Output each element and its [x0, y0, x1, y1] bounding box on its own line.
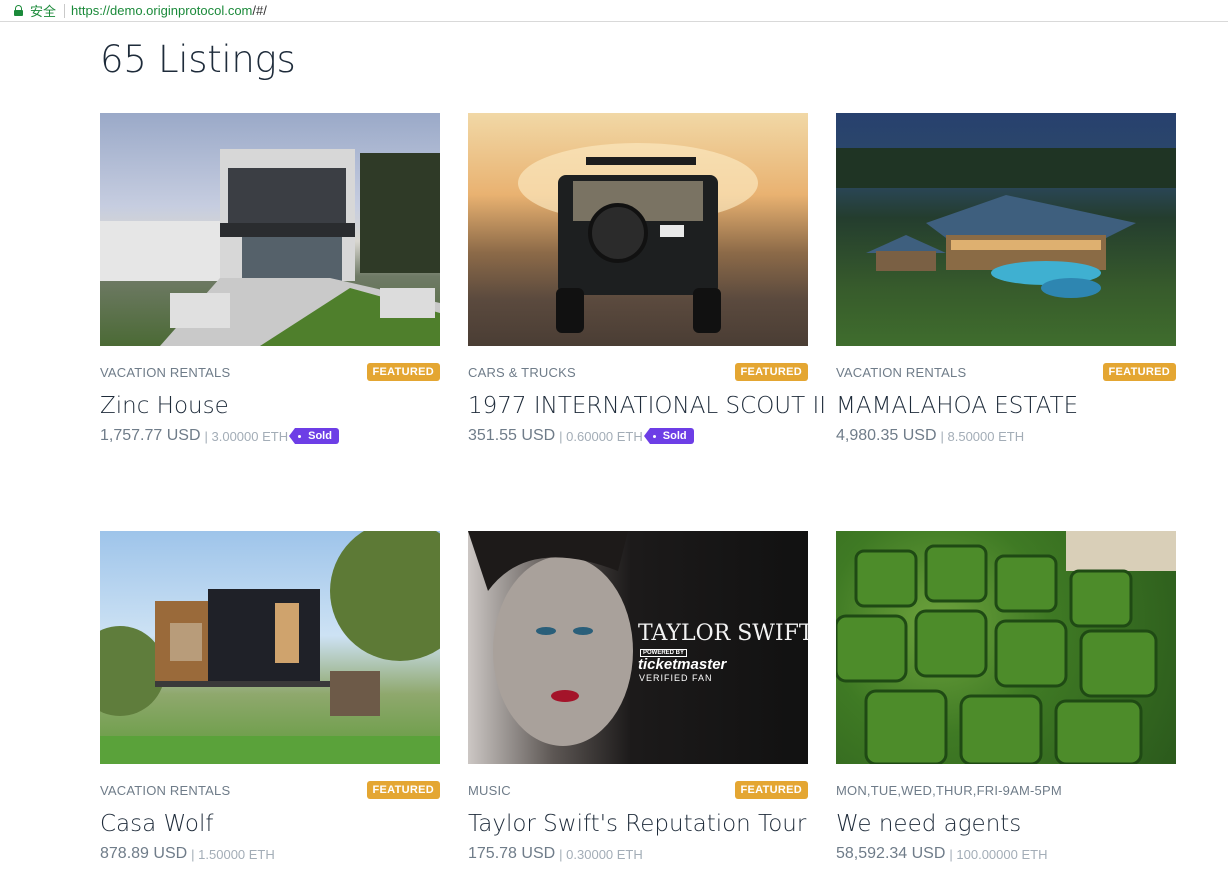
price-usd: 4,980.35 USD: [836, 427, 937, 444]
price-usd: 1,757.77 USD: [100, 427, 201, 444]
featured-badge: FEATURED: [734, 781, 808, 799]
price-eth: | 3.00000 ETH: [204, 428, 289, 444]
listing-image[interactable]: [468, 113, 808, 346]
price-usd: 351.55 USD: [468, 427, 556, 444]
price-eth: | 1.50000 ETH: [191, 846, 275, 862]
listing-card[interactable]: CARS & TRUCKS FEATURED 1977 INTERNATIONA…: [468, 113, 826, 445]
price-eth: | 8.50000 ETH: [940, 428, 1025, 444]
listing-card[interactable]: VACATION RENTALS FEATURED Zinc House 1,7…: [100, 113, 440, 445]
featured-badge: FEATURED: [1102, 363, 1176, 381]
listing-image[interactable]: TAYLOR SWIFT TO POWERED BY ticketmaster …: [468, 531, 808, 764]
featured-badge: FEATURED: [366, 781, 440, 799]
url-host: https://demo.originprotocol.com: [71, 3, 253, 18]
listing-title[interactable]: Casa Wolf: [100, 811, 440, 837]
featured-badge: FEATURED: [366, 363, 440, 381]
poster-verified-fan: VERIFIED FAN: [639, 673, 713, 683]
listing-title[interactable]: Taylor Swift's Reputation Tour: [468, 811, 808, 837]
listing-category: VACATION RENTALS: [100, 782, 231, 798]
price-eth: | 0.60000 ETH: [559, 428, 643, 444]
ticketmaster-logo: ticketmaster: [638, 656, 727, 673]
listing-image[interactable]: [836, 531, 1176, 764]
url-path: /#/: [252, 3, 267, 18]
address-divider: [64, 3, 66, 18]
sold-badge: Sold: [289, 428, 339, 444]
browser-address-bar[interactable]: 安全 https://demo.originprotocol.com/#/: [0, 0, 1228, 22]
listing-card[interactable]: VACATION RENTALS FEATURED MAMALAHOA ESTA…: [836, 113, 1176, 445]
listing-title[interactable]: MAMALAHOA ESTATE: [836, 393, 1176, 419]
listing-category: VACATION RENTALS: [100, 364, 231, 380]
featured-badge: FEATURED: [734, 363, 808, 381]
bottom-fade: [0, 861, 1228, 875]
listing-title[interactable]: 1977 INTERNATIONAL SCOUT II: [468, 393, 826, 419]
page-title: 65 Listings: [100, 38, 296, 81]
listing-card[interactable]: TAYLOR SWIFT TO POWERED BY ticketmaster …: [468, 531, 808, 863]
listing-title[interactable]: We need agents: [836, 811, 1176, 837]
listing-category: VACATION RENTALS: [836, 364, 967, 380]
listing-image[interactable]: [100, 531, 440, 764]
secure-label: 安全: [30, 4, 57, 19]
listing-category: MUSIC: [468, 782, 511, 798]
poster-title: TAYLOR SWIFT TO: [638, 621, 808, 646]
price-eth: | 0.30000 ETH: [559, 846, 643, 862]
sold-badge: Sold: [643, 428, 694, 444]
listing-title[interactable]: Zinc House: [100, 393, 440, 419]
url-text[interactable]: https://demo.originprotocol.com/#/: [71, 3, 267, 18]
price-eth: | 100.00000 ETH: [949, 846, 1048, 862]
listing-image[interactable]: [100, 113, 440, 346]
listing-category: CARS & TRUCKS: [468, 364, 576, 380]
listing-category: MON,TUE,WED,THUR,FRI-9AM-5PM: [836, 782, 1062, 798]
listing-image[interactable]: [836, 113, 1176, 346]
listing-card[interactable]: VACATION RENTALS FEATURED Casa Wolf 878.…: [100, 531, 440, 863]
lock-icon: [14, 5, 23, 16]
listing-card[interactable]: MON,TUE,WED,THUR,FRI-9AM-5PM We need age…: [836, 531, 1176, 863]
